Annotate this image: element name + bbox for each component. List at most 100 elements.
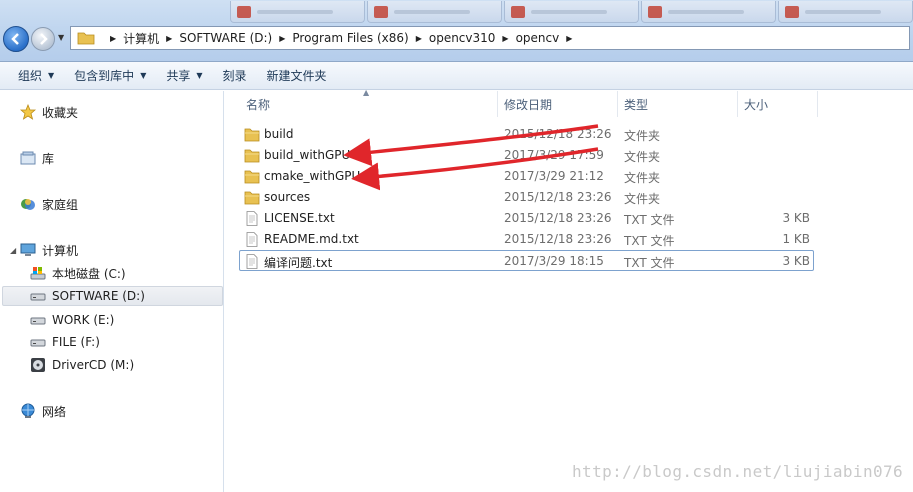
column-header-date[interactable]: 修改日期 xyxy=(498,91,618,117)
file-type: TXT 文件 xyxy=(624,234,675,248)
file-size: 1 KB xyxy=(782,232,810,246)
file-type: TXT 文件 xyxy=(624,213,675,227)
arrow-left-icon xyxy=(11,33,19,45)
new-folder-button[interactable]: 新建文件夹 xyxy=(257,64,337,88)
dropdown-arrow-icon: ▼ xyxy=(48,71,55,80)
chevron-right-icon: ▶ xyxy=(279,33,286,43)
file-row[interactable]: build_withGPU 2017/3/29 17:59 文件夹 xyxy=(240,145,815,166)
chevron-right-icon: ▶ xyxy=(415,33,422,43)
background-tabs xyxy=(230,0,913,24)
breadcrumb-computer[interactable]: ▶ 计算机 xyxy=(103,30,159,47)
file-size: 3 KB xyxy=(782,254,810,268)
file-row[interactable]: LICENSE.txt 2015/12/18 23:26 TXT 文件 3 KB xyxy=(240,208,815,229)
back-button[interactable] xyxy=(3,26,29,52)
file-type: 文件夹 xyxy=(624,171,661,185)
file-row[interactable]: cmake_withGPU 2017/3/29 21:12 文件夹 xyxy=(240,166,815,187)
file-date: 2015/12/18 23:26 xyxy=(504,190,612,204)
file-name: build_withGPU xyxy=(264,148,351,162)
navigation-pane: 收藏夹 库 家庭组 ◢ 计算机 本地磁盘 (C:) SOFTWARE (D:) xyxy=(0,91,224,492)
homegroup-icon xyxy=(20,196,36,212)
system-drive-icon xyxy=(30,265,46,281)
file-date: 2017/3/29 17:59 xyxy=(504,148,604,162)
collapse-arrow-icon[interactable]: ◢ xyxy=(10,246,16,255)
nav-drive-d[interactable]: SOFTWARE (D:) xyxy=(2,286,223,306)
file-date: 2017/3/29 18:15 xyxy=(504,254,604,268)
drive-icon xyxy=(30,288,46,304)
dropdown-arrow-icon: ▼ xyxy=(196,71,203,80)
file-type: 文件夹 xyxy=(624,192,661,206)
breadcrumb-opencv310[interactable]: ▶ opencv310 xyxy=(409,31,496,45)
drive-icon xyxy=(30,334,46,350)
file-name: cmake_withGPU xyxy=(264,169,361,183)
organize-button[interactable]: 组织 ▼ xyxy=(8,64,64,88)
file-name: sources xyxy=(264,190,311,204)
nav-drive-c[interactable]: 本地磁盘 (C:) xyxy=(30,263,126,283)
text-file-icon xyxy=(246,211,258,226)
cd-drive-icon xyxy=(30,357,46,373)
nav-homegroup[interactable]: 家庭组 xyxy=(20,194,78,214)
chevron-right-icon: ▶ xyxy=(110,33,117,43)
file-row[interactable]: build 2015/12/18 23:26 文件夹 xyxy=(240,124,815,145)
burn-button[interactable]: 刻录 xyxy=(213,64,257,88)
file-date: 2017/3/29 21:12 xyxy=(504,169,604,183)
forward-button[interactable] xyxy=(31,27,55,51)
file-name: build xyxy=(264,127,294,141)
file-row[interactable]: sources 2015/12/18 23:26 文件夹 xyxy=(240,187,815,208)
file-date: 2015/12/18 23:26 xyxy=(504,127,612,141)
file-date: 2015/12/18 23:26 xyxy=(504,211,612,225)
nav-libraries[interactable]: 库 xyxy=(20,148,54,168)
folder-icon xyxy=(244,170,260,184)
watermark: http://blog.csdn.net/liujiabin076 xyxy=(572,462,904,481)
file-name: LICENSE.txt xyxy=(264,211,335,225)
file-date: 2015/12/18 23:26 xyxy=(504,232,612,246)
nav-favorites[interactable]: 收藏夹 xyxy=(20,102,78,122)
background-tab[interactable] xyxy=(230,1,365,23)
command-bar: 组织 ▼ 包含到库中 ▼ 共享 ▼ 刻录 新建文件夹 xyxy=(0,62,913,90)
breadcrumb-program-files[interactable]: ▶ Program Files (x86) xyxy=(272,31,408,45)
column-header-size[interactable]: 大小 xyxy=(738,91,818,117)
file-type: 文件夹 xyxy=(624,129,661,143)
star-icon xyxy=(20,104,36,120)
address-bar[interactable]: ▶ 计算机 ▶ SOFTWARE (D:) ▶ Program Files (x86)… xyxy=(70,26,910,50)
text-file-icon xyxy=(246,254,258,269)
nav-computer[interactable]: 计算机 xyxy=(20,240,78,260)
chevron-right-icon: ▶ xyxy=(502,33,509,43)
title-bar: ▼ ▶ 计算机 ▶ SOFTWARE (D:) ▶ Program Files (x8… xyxy=(0,0,913,62)
file-row[interactable]: 编译问题.txt 2017/3/29 18:15 TXT 文件 3 KB xyxy=(239,250,814,271)
file-row[interactable]: README.md.txt 2015/12/18 23:26 TXT 文件 1 KB xyxy=(240,229,815,250)
history-dropdown-icon[interactable]: ▼ xyxy=(58,33,68,43)
file-name: README.md.txt xyxy=(264,232,359,246)
folder-icon xyxy=(244,128,260,142)
nav-drive-e[interactable]: WORK (E:) xyxy=(30,310,114,330)
include-in-library-button[interactable]: 包含到库中 ▼ xyxy=(64,64,156,88)
folder-icon xyxy=(77,32,95,45)
background-tab[interactable] xyxy=(641,1,776,23)
arrow-right-icon xyxy=(40,33,48,45)
folder-icon xyxy=(244,191,260,205)
file-name: 编译问题.txt xyxy=(264,256,333,270)
dropdown-arrow-icon: ▼ xyxy=(140,71,147,80)
nav-drive-f[interactable]: FILE (F:) xyxy=(30,332,100,352)
folder-icon xyxy=(244,149,260,163)
nav-drive-m[interactable]: DriverCD (M:) xyxy=(30,355,134,375)
breadcrumb-opencv[interactable]: ▶ opencv ▶ xyxy=(495,31,579,45)
breadcrumb-drive[interactable]: ▶ SOFTWARE (D:) xyxy=(159,31,272,45)
background-tab[interactable] xyxy=(778,1,913,23)
chevron-right-icon: ▶ xyxy=(166,33,173,43)
chevron-right-icon: ▶ xyxy=(566,33,573,43)
column-header-type[interactable]: 类型 xyxy=(618,91,738,117)
column-header-name[interactable]: 名称 xyxy=(240,91,498,117)
library-icon xyxy=(20,150,36,166)
file-size: 3 KB xyxy=(782,211,810,225)
background-tab[interactable] xyxy=(367,1,502,23)
nav-network[interactable]: 网络 xyxy=(20,401,66,421)
text-file-icon xyxy=(246,232,258,247)
drive-icon xyxy=(30,312,46,328)
share-button[interactable]: 共享 ▼ xyxy=(156,64,212,88)
computer-icon xyxy=(20,242,36,258)
file-type: 文件夹 xyxy=(624,150,661,164)
file-list: ▲ 名称 修改日期 类型 大小 build 2015/12/18 23:26 文件夹… xyxy=(225,88,913,492)
background-tab[interactable] xyxy=(504,1,639,23)
file-type: TXT 文件 xyxy=(624,256,675,270)
network-icon xyxy=(20,403,36,419)
